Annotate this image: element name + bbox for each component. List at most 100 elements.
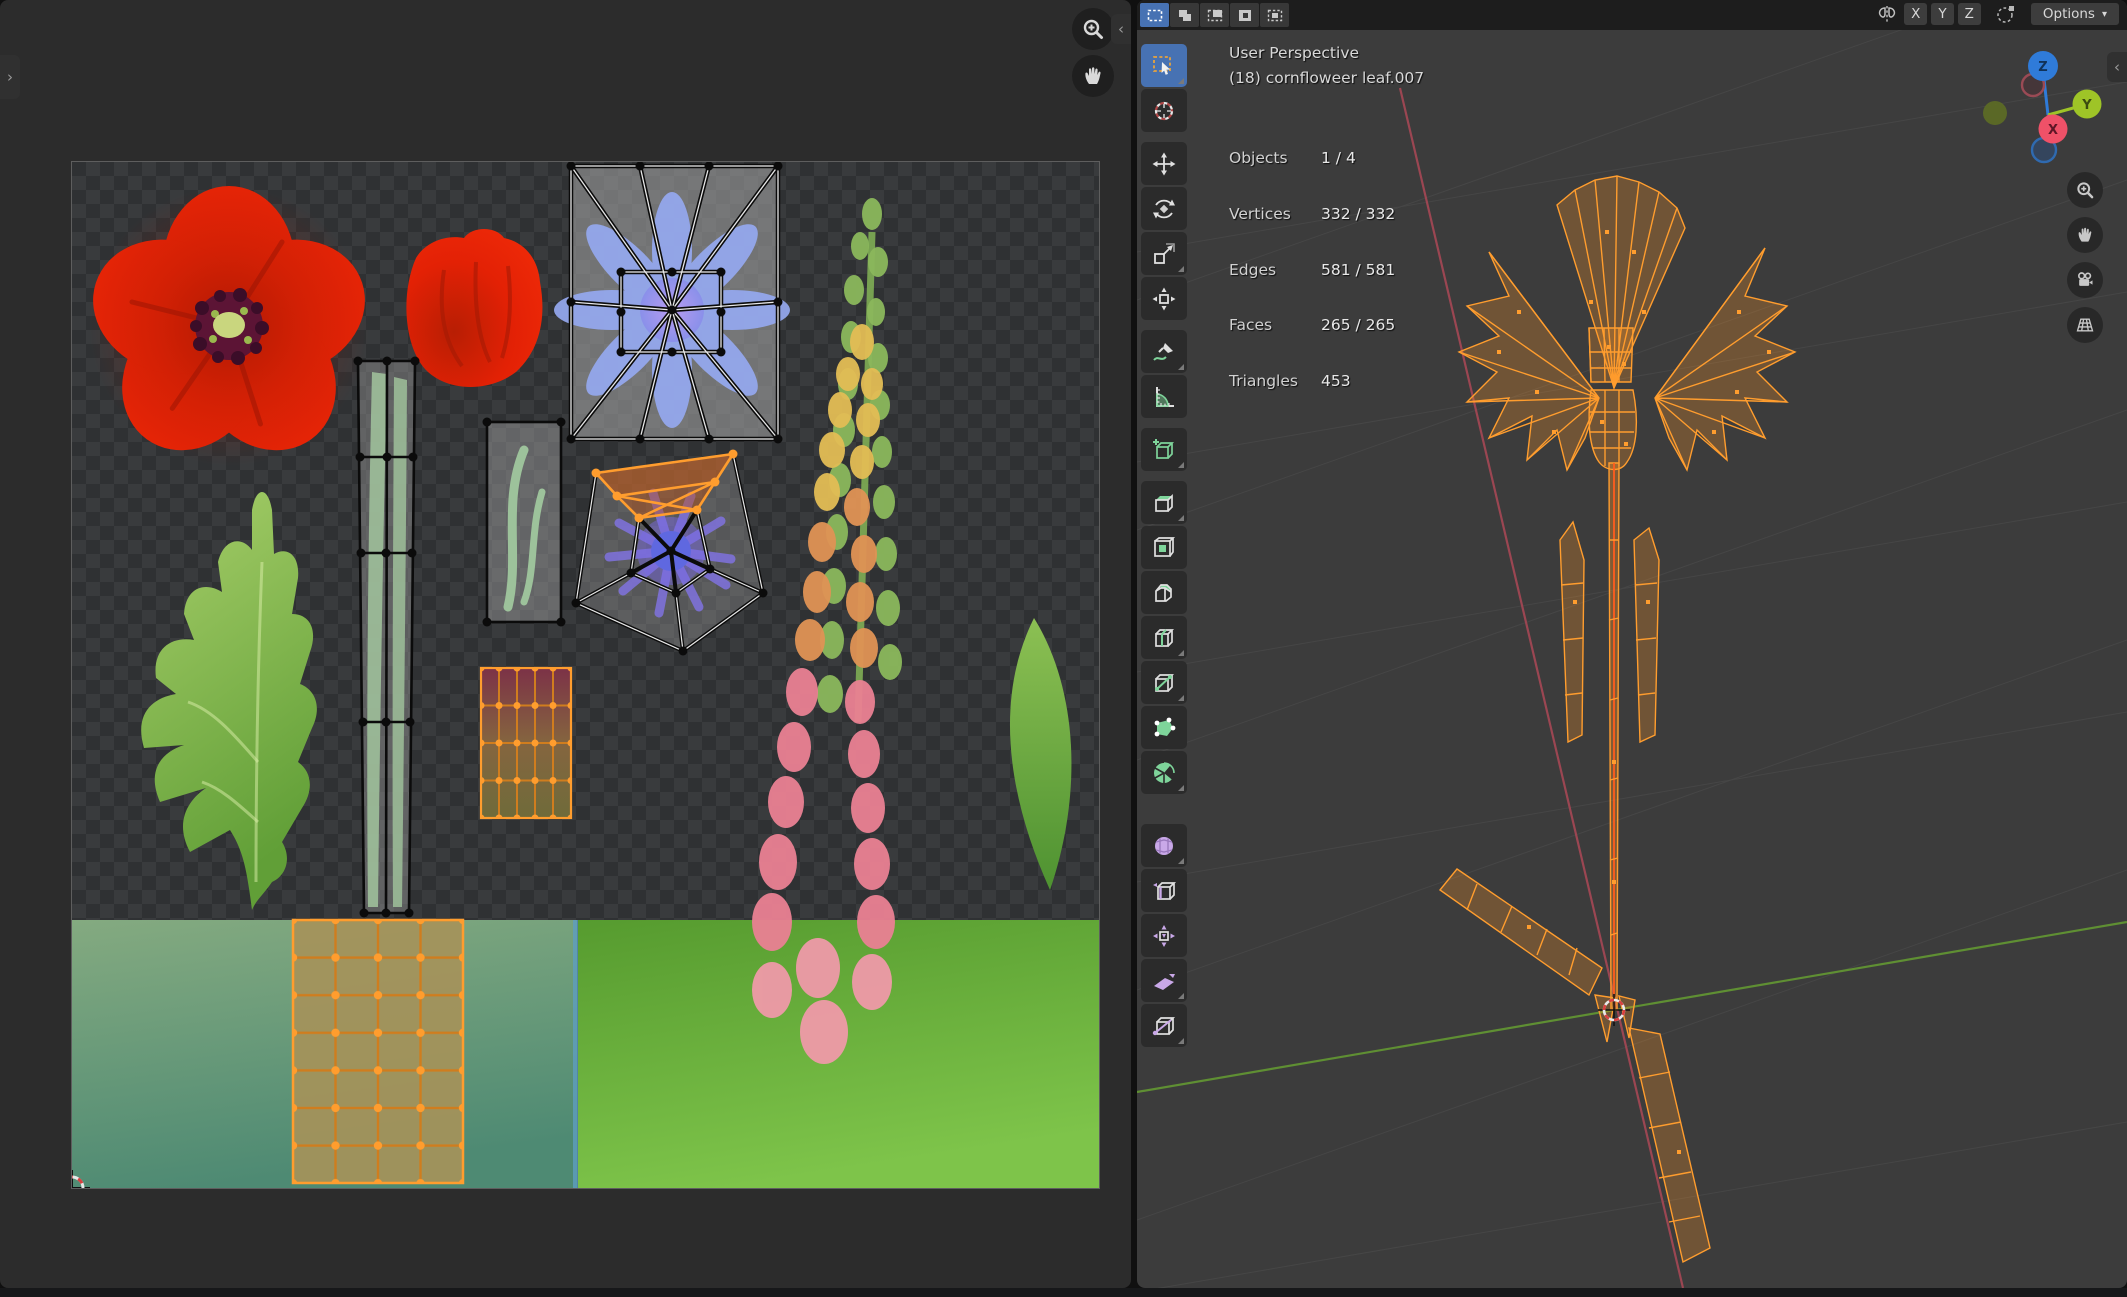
tool-add-cube-icon	[1151, 437, 1177, 463]
vp-pan-button[interactable]	[2067, 217, 2103, 253]
vp-camera-button[interactable]	[2067, 262, 2103, 298]
magnifier-plus-icon	[1081, 17, 1105, 41]
mirror-y-button[interactable]: Y	[1931, 3, 1953, 25]
tool-spin[interactable]	[1141, 751, 1187, 794]
stem-strip-uv[interactable]	[354, 357, 420, 918]
navigation-gizmo[interactable]: Z Y X	[1977, 40, 2117, 180]
tool-poly-build-icon	[1151, 715, 1177, 741]
tool-rotate-icon	[1151, 196, 1177, 222]
select-subtract-icon	[1207, 9, 1223, 22]
band-divider	[573, 920, 578, 1188]
cornflower-pentagon-uv[interactable]	[572, 450, 768, 656]
vp-sidebar-collapse-button[interactable]: ‹	[2107, 52, 2127, 82]
stat-value: 332 / 332	[1321, 205, 1395, 223]
select-mode-intersect-button[interactable]	[1260, 3, 1289, 27]
select-mode-set-button[interactable]	[1140, 3, 1169, 27]
tool-cursor[interactable]	[1141, 89, 1187, 132]
stat-value: 265 / 265	[1321, 316, 1395, 334]
vp-ortho-toggle-button[interactable]	[2067, 307, 2103, 343]
tool-smooth[interactable]	[1141, 824, 1187, 867]
tool-transform[interactable]	[1141, 277, 1187, 320]
ground-grid-uv[interactable]	[293, 920, 463, 1183]
select-extend-icon	[1177, 9, 1193, 22]
viewport-3d[interactable]: X Y Z Options ▾	[1137, 0, 2127, 1288]
mirror-butterfly-icon[interactable]	[1874, 3, 1900, 25]
tool-inset-faces[interactable]	[1141, 526, 1187, 569]
uv-pan-button[interactable]	[1072, 55, 1114, 97]
tool-measure-icon	[1151, 384, 1177, 410]
poppy-petal	[406, 229, 542, 387]
tool-extrude-region[interactable]	[1141, 481, 1187, 524]
tool-move-icon	[1151, 151, 1177, 177]
select-mode-subtract-button[interactable]	[1200, 3, 1229, 27]
uv-sidebar-collapse-button[interactable]: ‹	[1111, 14, 1131, 44]
mirror-z-button[interactable]: Z	[1958, 3, 1981, 25]
tool-annotate-icon	[1151, 339, 1177, 365]
poppy-leaf	[141, 492, 317, 910]
tool-smooth-icon	[1151, 833, 1177, 859]
tool-shrink-fatten[interactable]	[1141, 914, 1187, 957]
gizmo-x-label: X	[2048, 123, 2058, 138]
tool-loop-cut[interactable]	[1141, 616, 1187, 659]
vp-zoom-button[interactable]	[2067, 172, 2103, 208]
uv-region-toggle-button[interactable]: ›	[0, 55, 20, 99]
uv-zoom-button[interactable]	[1072, 8, 1114, 50]
proportional-edit-icon[interactable]	[1993, 3, 2019, 25]
tool-bevel[interactable]	[1141, 571, 1187, 614]
select-mode-extend-button[interactable]	[1170, 3, 1199, 27]
stat-label: Faces	[1229, 316, 1321, 334]
poppy-flower	[75, 186, 382, 478]
uv-texture-artwork	[72, 162, 1099, 1188]
tool-rip-region-icon	[1151, 1013, 1177, 1039]
tool-select-box[interactable]	[1141, 44, 1187, 87]
tool-transform-icon	[1151, 286, 1177, 312]
tool-cursor-icon	[1151, 98, 1177, 124]
tool-shear[interactable]	[1141, 959, 1187, 1002]
gradient-grid-uv[interactable]	[481, 668, 571, 818]
gizmo-z-ball[interactable]: Z	[2028, 51, 2058, 81]
stat-value: 581 / 581	[1321, 261, 1395, 279]
gizmo-negative-y[interactable]	[1983, 101, 2007, 125]
stat-value: 1 / 4	[1321, 149, 1356, 167]
chevron-right-icon: ›	[7, 68, 13, 86]
tool-add-cube[interactable]	[1141, 428, 1187, 471]
tool-scale[interactable]	[1141, 232, 1187, 275]
hand-icon	[1081, 64, 1105, 88]
uv-image-editor[interactable]: ›	[0, 0, 1131, 1288]
tool-measure[interactable]	[1141, 375, 1187, 418]
mesh-statistics: Objects1 / 4 Vertices332 / 332 Edges581 …	[1229, 113, 1395, 428]
tool-shrink-fatten-icon	[1151, 923, 1177, 949]
tool-knife[interactable]	[1141, 661, 1187, 704]
stat-value: 453	[1321, 372, 1351, 390]
tool-rip-region[interactable]	[1141, 1004, 1187, 1047]
gizmo-z-label: Z	[2038, 60, 2047, 75]
gizmo-x-ball[interactable]: X	[2039, 115, 2068, 144]
grid-perspective-icon	[2075, 315, 2095, 335]
hand-icon	[2075, 225, 2095, 245]
mirror-x-button[interactable]: X	[1904, 3, 1927, 25]
tool-move[interactable]	[1141, 142, 1187, 185]
window-bottom-edge	[0, 1288, 2127, 1297]
viewport-header: X Y Z Options ▾	[1137, 0, 2127, 30]
cornflower-star-uv[interactable]	[554, 162, 790, 444]
magnifier-plus-icon	[2075, 180, 2095, 200]
tool-poly-build[interactable]	[1141, 706, 1187, 749]
stat-label: Vertices	[1229, 205, 1321, 223]
select-set-icon	[1147, 9, 1163, 22]
tool-scale-icon	[1151, 241, 1177, 267]
select-difference-icon	[1237, 9, 1253, 22]
tool-shear-icon	[1151, 968, 1177, 994]
select-intersect-icon	[1267, 9, 1283, 22]
leaf-rect-uv[interactable]	[483, 418, 566, 627]
gizmo-y-ball[interactable]: Y	[2073, 90, 2102, 119]
uv-texture-canvas[interactable]	[71, 161, 1100, 1189]
tool-edge-slide[interactable]	[1141, 869, 1187, 912]
tool-annotate[interactable]	[1141, 330, 1187, 373]
tool-rotate[interactable]	[1141, 187, 1187, 230]
options-dropdown[interactable]: Options ▾	[2031, 3, 2119, 25]
tool-bevel-icon	[1151, 580, 1177, 606]
cornflower-mesh[interactable]	[1440, 176, 1795, 1262]
tool-knife-icon	[1151, 670, 1177, 696]
select-mode-difference-button[interactable]	[1230, 3, 1259, 27]
view-label: User Perspective	[1229, 44, 1359, 62]
